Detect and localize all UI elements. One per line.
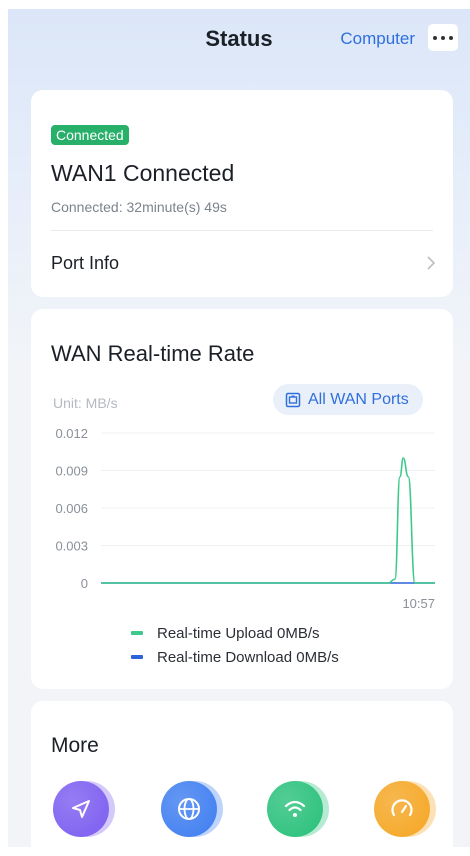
- all-wan-ports-button[interactable]: All WAN Ports: [273, 384, 423, 415]
- series-line-real-time-upload: [101, 457, 435, 584]
- wan-title: WAN1 Connected: [51, 160, 235, 186]
- y-tick-label: 0: [81, 576, 88, 591]
- legend-download: Real-time Download 0MB/s: [131, 645, 339, 669]
- legend-download-label: Real-time Download 0MB/s: [157, 648, 339, 666]
- chart-legend: Real-time Upload 0MB/s Real-time Downloa…: [131, 621, 339, 669]
- wan-rate-card: WAN Real-time Rate Unit: MB/s All WAN Po…: [31, 309, 453, 689]
- status-badge: Connected: [51, 125, 129, 145]
- y-tick-label: 0.003: [55, 539, 88, 554]
- unit-label: Unit: MB/s: [53, 395, 118, 411]
- computer-link[interactable]: Computer: [340, 29, 415, 49]
- y-tick-label: 0.009: [55, 464, 88, 479]
- globe-icon[interactable]: [161, 781, 217, 837]
- legend-upload: Real-time Upload 0MB/s: [131, 621, 339, 645]
- all-wan-ports-label: All WAN Ports: [308, 390, 409, 408]
- more-title: More: [51, 734, 99, 757]
- chart-title: WAN Real-time Rate: [51, 341, 255, 366]
- y-tick-label: 0.012: [55, 426, 88, 441]
- more-horizontal-icon: [433, 35, 437, 40]
- rate-chart: 0.012 0.009 0.006 0.003 0 10:57: [55, 426, 435, 611]
- more-card: More: [31, 701, 453, 847]
- port-icon: [285, 392, 301, 407]
- connected-duration: Connected: 32minute(s) 49s: [51, 199, 227, 215]
- wifi-icon[interactable]: [267, 781, 323, 837]
- send-icon[interactable]: [53, 781, 109, 837]
- speedometer-icon[interactable]: [374, 781, 430, 837]
- chevron-right-icon: [427, 256, 436, 270]
- header: Status Computer: [8, 9, 470, 71]
- wan-status-card: Connected WAN1 Connected Connected: 32mi…: [31, 90, 453, 297]
- y-tick-label: 0.006: [55, 501, 88, 516]
- port-info-label: Port Info: [51, 253, 120, 273]
- download-swatch: [131, 655, 143, 659]
- upload-swatch: [131, 631, 143, 635]
- more-options-button[interactable]: [428, 24, 458, 51]
- x-tick-label: 10:57: [402, 596, 435, 611]
- status-screen: Status Computer Connected WAN1 Connected…: [8, 9, 470, 847]
- port-info-row[interactable]: Port Info: [31, 231, 453, 297]
- legend-upload-label: Real-time Upload 0MB/s: [157, 624, 320, 642]
